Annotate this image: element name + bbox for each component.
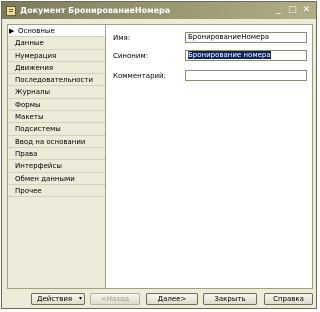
- synonym-field[interactable]: Бронирование номера: [185, 50, 307, 61]
- nav-item-posledovatelnosti[interactable]: Последовательности: [8, 74, 105, 87]
- next-button[interactable]: Далее>: [146, 293, 198, 305]
- nav-item-vvod-na-osnovanii[interactable]: Ввод на основании: [8, 136, 105, 148]
- chevron-down-icon: ▾: [78, 295, 82, 302]
- window-title: Документ БронированиеНомера: [20, 6, 171, 15]
- synonym-value: Бронирование номера: [188, 51, 271, 59]
- nav-item-numeraciya[interactable]: Нумерация: [8, 50, 105, 62]
- document-icon: [6, 5, 16, 16]
- current-arrow-icon: ▶: [9, 27, 15, 35]
- name-label: Имя:: [113, 34, 131, 42]
- name-field[interactable]: БронированиеНомера: [185, 32, 307, 43]
- button-bar: Действия ▾ <Назад Далее> Закрыть Справка: [2, 290, 316, 308]
- nav-item-podsistemy[interactable]: Подсистемы: [8, 123, 105, 136]
- back-button[interactable]: <Назад: [90, 293, 140, 305]
- nav-item-label: Основные: [18, 27, 55, 35]
- close-dialog-button[interactable]: Закрыть: [203, 293, 257, 305]
- nav-item-dvizheniya[interactable]: Движения: [8, 62, 105, 75]
- nav-item-obmen-dannymi[interactable]: Обмен данными: [8, 173, 105, 185]
- nav-item-prava[interactable]: Права: [8, 148, 105, 161]
- actions-label: Действия: [37, 295, 73, 303]
- nav-item-zhurnaly[interactable]: Журналы: [8, 86, 105, 99]
- title-bar[interactable]: Документ БронированиеНомера _ □ ✕: [2, 2, 316, 19]
- comment-field[interactable]: [185, 70, 307, 81]
- nav-item-formy[interactable]: Формы: [8, 99, 105, 112]
- comment-label: Комментарий:: [113, 72, 166, 80]
- maximize-button[interactable]: □: [287, 5, 298, 16]
- document-window: Документ БронированиеНомера _ □ ✕ ▶ Осно…: [1, 1, 317, 309]
- synonym-label: Синоним:: [113, 52, 149, 60]
- nav-item-osnovnye[interactable]: ▶ Основные: [8, 25, 105, 38]
- nav-item-dannye[interactable]: Данные: [8, 37, 105, 50]
- minimize-button[interactable]: _: [273, 5, 284, 16]
- help-button[interactable]: Справка: [264, 293, 313, 305]
- close-button[interactable]: ✕: [301, 5, 312, 16]
- nav-item-makety[interactable]: Макеты: [8, 111, 105, 124]
- actions-button[interactable]: Действия ▾: [31, 293, 85, 305]
- nav-panel: ▶ Основные Данные Нумерация Движения Пос…: [7, 24, 106, 289]
- nav-item-prochee[interactable]: Прочее: [8, 185, 105, 198]
- nav-item-interfeysy[interactable]: Интерфейсы: [8, 160, 105, 173]
- properties-panel: Имя: БронированиеНомера Синоним: Брониро…: [105, 24, 313, 289]
